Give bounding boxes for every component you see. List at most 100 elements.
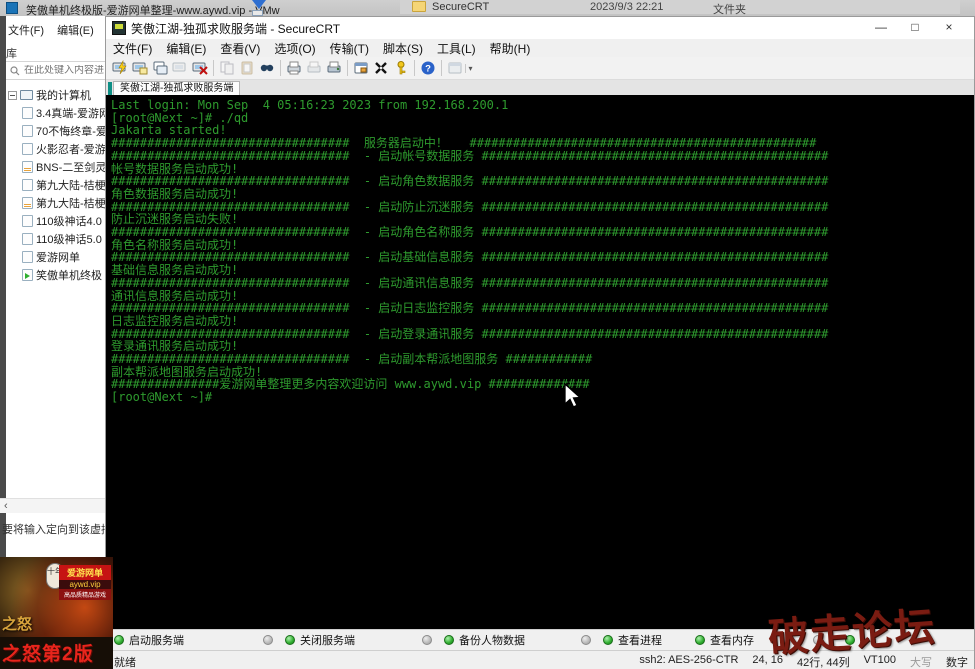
stop-server-button[interactable]: 关闭服务端 [273,632,432,648]
vm-item[interactable]: BNS-二至剑灵 [8,158,105,176]
minimize-button[interactable]: — [864,17,898,39]
session-options-icon[interactable] [351,59,371,77]
vmware-menu-file[interactable]: 文件(F) [8,25,44,37]
background-taskbar-strip: 笑傲单机终极版-爱游网单整理-www.aywd.vip - VMw Secure… [0,0,975,16]
clone-session-icon[interactable] [150,59,170,77]
status-ready: 就绪 [114,654,136,669]
disconnect-icon[interactable] [190,59,210,77]
vm-suspended-icon [22,197,33,209]
help-icon[interactable]: ? [418,59,438,77]
vm-item[interactable]: 70不悔终章-爱 [8,122,105,140]
poster-art-title: 之怒 [2,613,32,634]
tab-accent-bar [108,82,112,95]
vm-item[interactable]: 第九大陆-桔梗 [8,176,105,194]
tree-root-my-computer[interactable]: 我的计算机 [8,86,105,104]
close-button[interactable]: × [932,17,966,39]
explorer-date-modified: 2023/9/3 22:21 [590,1,663,13]
menu-view[interactable]: 查看(V) [213,40,267,57]
search-icon [10,66,20,76]
toolbar-separator [347,60,348,76]
library-panel-title: 库 [6,45,17,61]
paste-icon[interactable] [237,59,257,77]
horizontal-scrollbar[interactable]: ‹ [0,498,105,513]
game-poster: 十年 爱游网单 aywd.vip 高品质精品游戏 之怒 之怒第2版 [0,557,113,669]
vm-tree: 我的计算机 3.4真端-爱游网 70不悔终章-爱 火影忍者-爱游 BNS-二至剑… [8,86,105,284]
terminal-screen[interactable]: Last login: Mon Sep 4 05:16:23 2023 from… [106,95,974,629]
vm-item[interactable]: 爱游网单 [8,248,105,266]
print-icon[interactable] [304,59,324,77]
folder-icon [412,1,426,12]
scroll-left-icon[interactable]: ‹ [0,500,8,512]
menu-file[interactable]: 文件(F) [106,40,159,57]
gray-led-icon[interactable] [263,635,273,645]
zmodem-icon[interactable] [371,59,391,77]
vmware-menu-edit[interactable]: 编辑(E) [57,25,94,37]
green-led-icon [114,635,124,645]
vm-item-running[interactable]: 笑傲单机终极 [8,266,105,284]
securecrt-window-title: 笑傲江湖-独孤求败服务端 - SecureCRT [131,20,340,37]
window-list-icon[interactable] [445,59,465,77]
explorer-folder-name: SecureCRT [432,1,489,13]
copy-icon[interactable] [217,59,237,77]
toolbar-separator [213,60,214,76]
vm-running-icon [22,269,33,281]
svg-text:?: ? [425,64,431,75]
poster-site-badge: 爱游网单 aywd.vip 高品质精品游戏 [59,565,111,600]
toolbar-separator [414,60,415,76]
print-setup-icon[interactable] [324,59,344,77]
vm-icon [22,179,33,191]
vm-icon [22,143,33,155]
start-server-button[interactable]: 启动服务端 [114,632,273,648]
menu-tools[interactable]: 工具(L) [430,40,483,57]
menu-edit[interactable]: 编辑(E) [159,40,213,57]
find-icon[interactable] [257,59,277,77]
vmware-hint-text: 要将输入定向到该虚拟机, [2,521,105,537]
computer-icon [20,90,33,100]
reconnect-icon[interactable] [170,59,190,77]
session-tab[interactable]: 笑傲江湖-独孤求败服务端 [113,81,240,95]
key-icon[interactable] [391,59,411,77]
backup-data-button[interactable]: 备份人物数据 [432,632,591,648]
vm-item[interactable]: 110级神话4.0 [8,212,105,230]
explorer-item-type: 文件夹 [713,1,746,16]
vm-icon [22,233,33,245]
maximize-button[interactable]: □ [898,17,932,39]
vm-item[interactable]: 火影忍者-爱游 [8,140,105,158]
toolbar-overflow-caret-icon[interactable]: ▾ [465,64,475,73]
tree-collapse-icon[interactable] [8,91,17,100]
vm-icon [22,251,33,263]
vm-item[interactable]: 110级神话5.0 [8,230,105,248]
status-protocol: ssh2: AES-256-CTR [639,654,738,669]
quick-connect-icon[interactable] [110,59,130,77]
mouse-cursor-icon [563,383,587,416]
forum-watermark: 破走论坛 [766,594,938,664]
library-search-box[interactable] [6,61,105,80]
menu-help[interactable]: 帮助(H) [483,40,538,57]
menu-transfer[interactable]: 传输(T) [323,40,376,57]
menu-script[interactable]: 脚本(S) [376,40,430,57]
securecrt-toolbar: ? ▾ [106,57,974,80]
download-arrow-icon [252,0,266,9]
green-led-icon [603,635,613,645]
vm-item[interactable]: 3.4真端-爱游网 [8,104,105,122]
vm-suspended-icon [22,161,33,173]
terminal-output: Last login: Mon Sep 4 05:16:23 2023 from… [111,99,974,404]
session-tabbar: 笑傲江湖-独孤求败服务端 [106,80,974,95]
gray-led-icon[interactable] [422,635,432,645]
green-led-icon [285,635,295,645]
menu-options[interactable]: 选项(O) [267,40,322,57]
connect-icon[interactable] [130,59,150,77]
green-led-icon [444,635,454,645]
status-caps-indicator: 大写 [910,654,932,669]
vm-item[interactable]: 第九大陆-桔梗 [8,194,105,212]
print-preview-icon[interactable] [284,59,304,77]
securecrt-titlebar[interactable]: 笑傲江湖-独孤求败服务端 - SecureCRT — □ × [106,17,974,39]
vm-icon [22,215,33,227]
gray-led-icon[interactable] [581,635,591,645]
vmware-window-title: 笑傲单机终极版-爱游网单整理-www.aywd.vip - VMw [26,2,280,16]
search-input[interactable] [24,65,104,76]
vm-icon [22,125,33,137]
view-process-button[interactable]: 查看进程 [591,632,683,648]
poster-caption: 之怒第2版 [0,637,113,669]
vmware-menubar: 文件(F) 编辑(E) 查看 [8,22,105,38]
